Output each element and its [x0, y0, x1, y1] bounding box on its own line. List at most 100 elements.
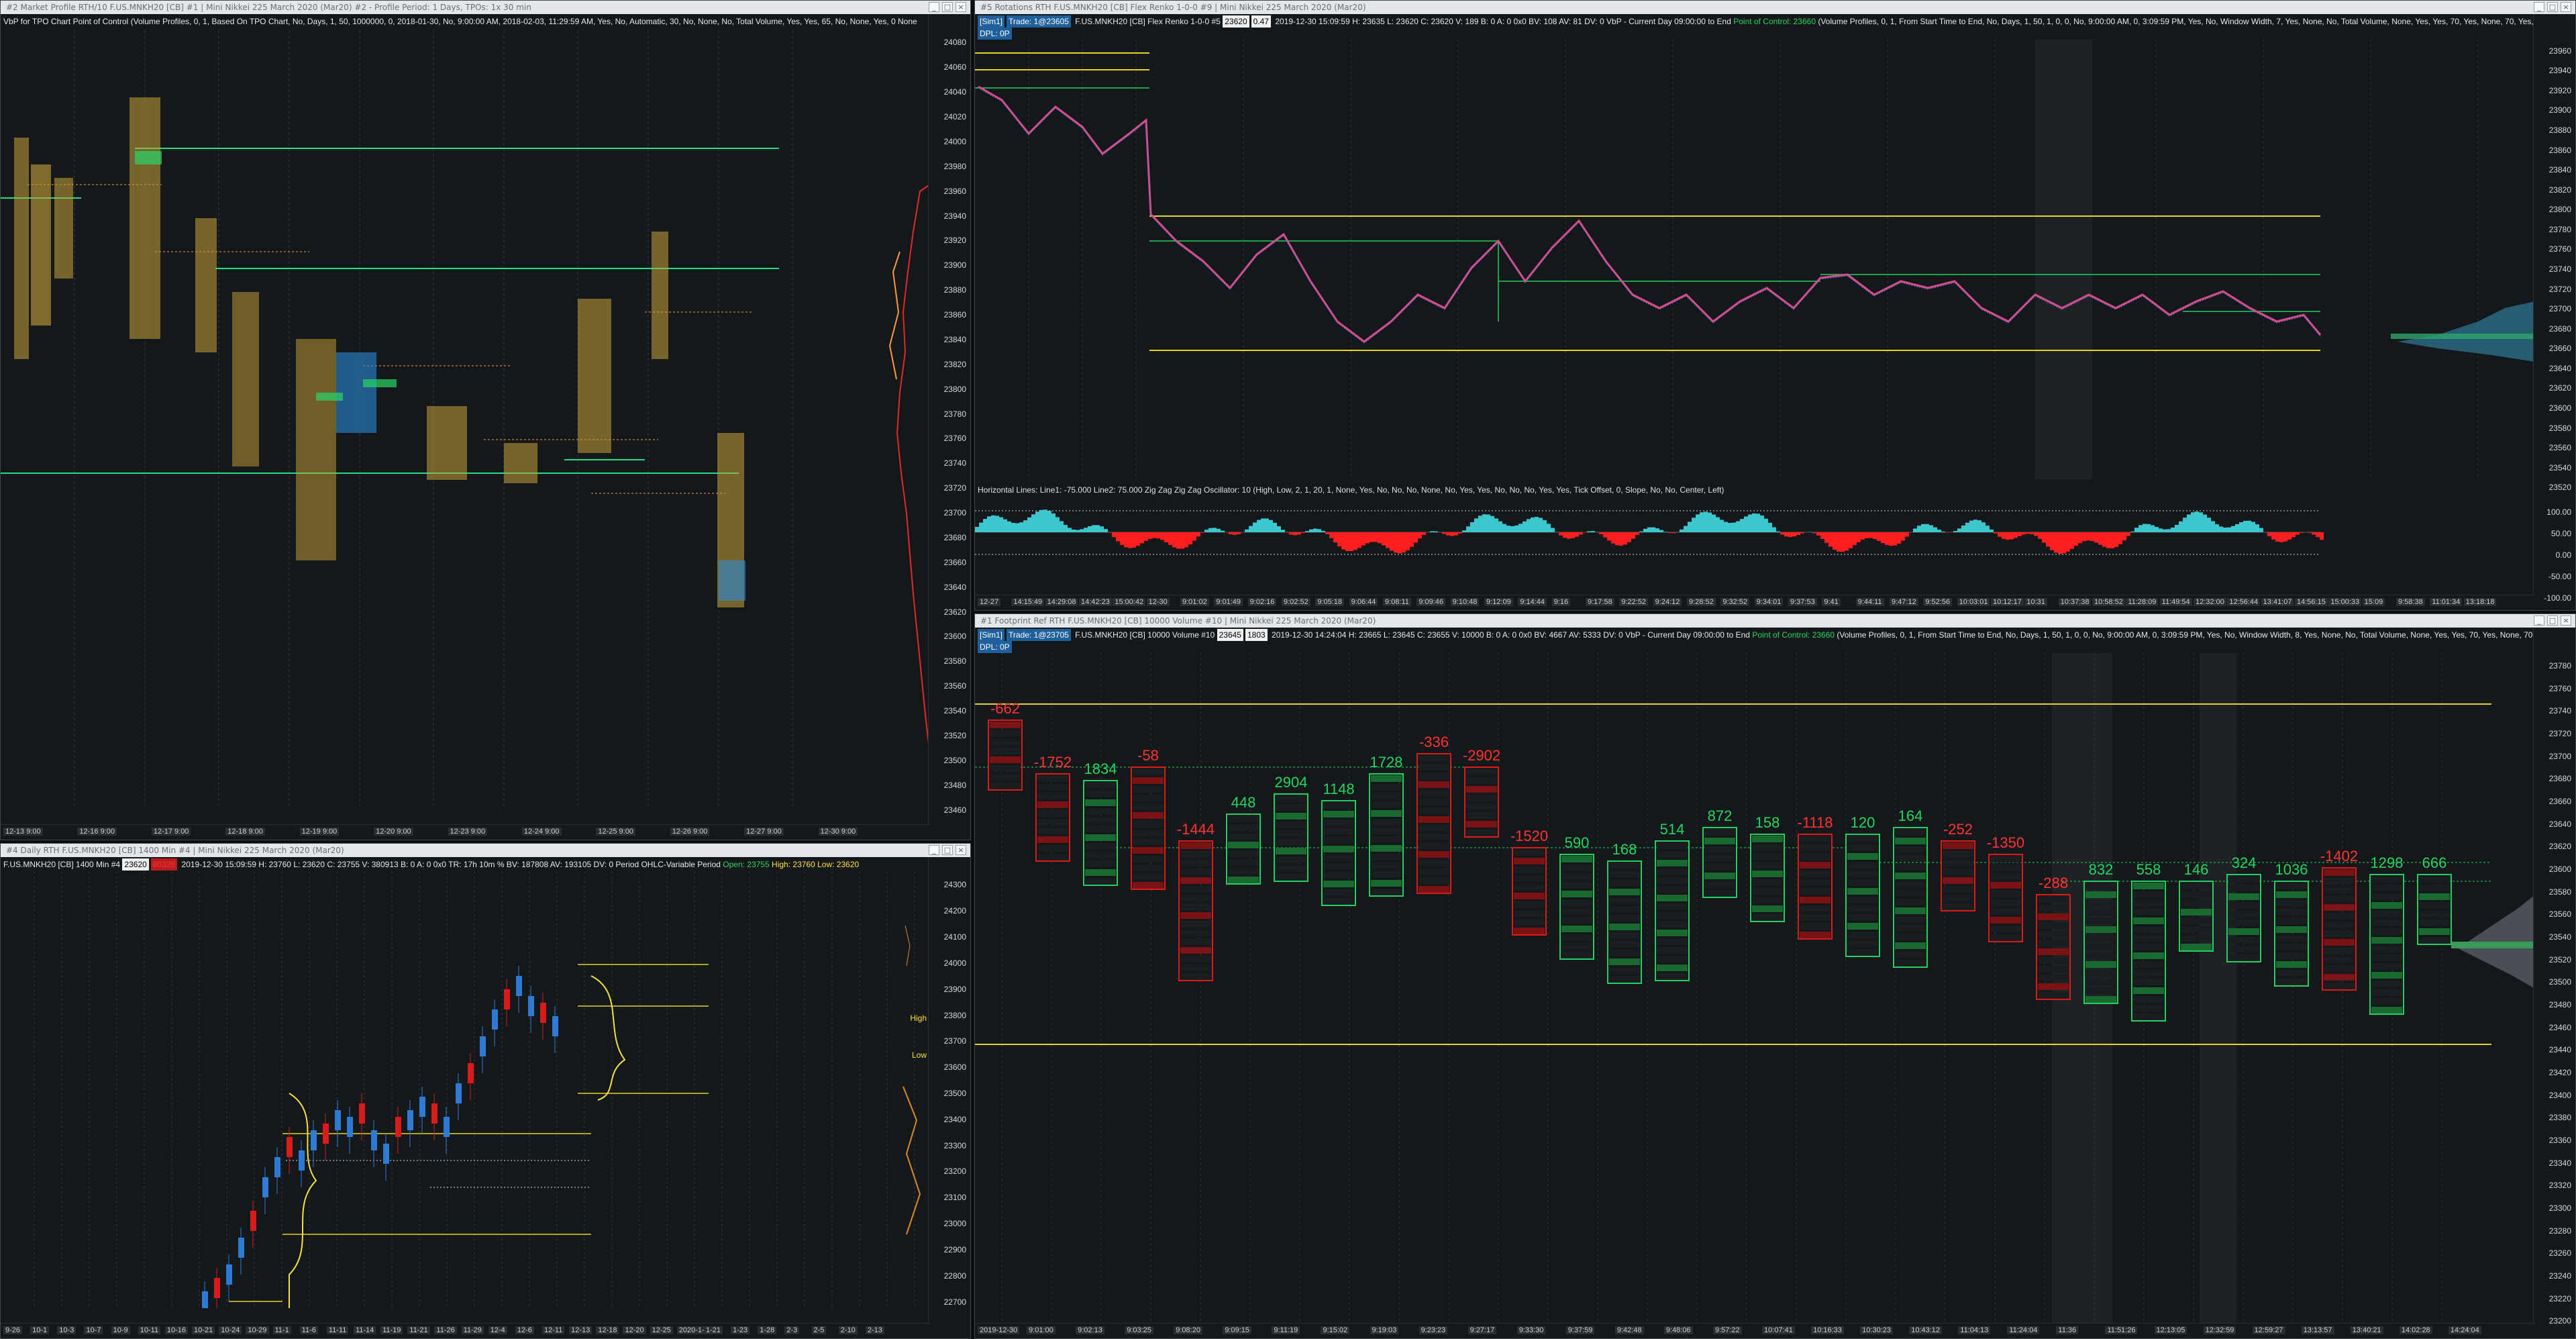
footprint-cell	[1800, 836, 1831, 842]
price-tick-label: 24040	[943, 87, 966, 97]
oscillator-bar	[2010, 532, 2014, 540]
low-marker: Low	[911, 1050, 927, 1060]
zigzag-oscillator-pane[interactable]	[975, 497, 2535, 591]
oscillator-bar	[1470, 522, 1474, 532]
footprint-cell	[2276, 970, 2307, 977]
quantity-field[interactable]: 23620	[122, 858, 149, 871]
footprint-cell	[2419, 928, 2450, 935]
time-tick-label: 1-23	[731, 1326, 750, 1334]
price-tick-label: 23840	[2548, 165, 2571, 175]
maximize-icon[interactable]: □	[2547, 615, 2558, 626]
daily-chart-window[interactable]: #4 Daily RTH F.US.MNKH20 [CB] 1400 Min #…	[0, 843, 971, 1339]
window-titlebar[interactable]: #5 Rotations RTH F.US.MNKH20 [CB] Flex R…	[975, 1, 2575, 14]
point-of-control: Point of Control: 23660	[1752, 630, 1835, 640]
window-titlebar[interactable]: #2 Market Profile RTH/10 F.US.MNKH20 [CB…	[1, 1, 970, 14]
oscillator-bar	[1494, 518, 1498, 532]
footprint-cell	[2324, 930, 2355, 937]
oscillator-bar	[1031, 514, 1035, 532]
footprint-cell	[2324, 948, 2355, 954]
oscillator-bar	[2191, 512, 2195, 532]
footprint-cell	[2181, 918, 2212, 924]
rotations-renko-window[interactable]: #5 Rotations RTH F.US.MNKH20 [CB] Flex R…	[974, 0, 2576, 611]
delta-label: 1036	[2275, 861, 2308, 878]
footprint-cell	[1180, 921, 1211, 928]
time-axis[interactable]: 9-26 10-1 10-3 10-7 10-9 10-11 10-16 10-21 10-24…	[1, 1323, 930, 1338]
footprint-plot-area[interactable]: -662 -1752 1834 -58 -1444 448 2904 1148 1728 -336…	[975, 653, 2535, 1324]
minimize-icon[interactable]: _	[929, 2, 939, 12]
footprint-cell	[2133, 900, 2164, 907]
daily-plot-area[interactable]	[1, 872, 930, 1308]
window-titlebar[interactable]: #1 Footprint Ref RTH F.US.MNKH20 [CB] 10…	[975, 614, 2575, 628]
oscillator-bar	[1619, 532, 1623, 546]
minimize-icon[interactable]: _	[929, 845, 939, 855]
candle-body	[359, 1103, 365, 1124]
close-icon[interactable]: ×	[2561, 615, 2571, 626]
price-tick-label: 23700	[2548, 304, 2571, 314]
close-icon[interactable]: ×	[2561, 2, 2571, 12]
close-icon[interactable]: ×	[956, 2, 966, 12]
price-tick-label: 23400	[943, 1114, 966, 1124]
oscillator-caption: Horizontal Lines: Line1: -75.000 Line2: …	[978, 485, 1724, 495]
oscillator-tick-label: 100.00	[2546, 507, 2571, 517]
window-titlebar[interactable]: #4 Daily RTH F.US.MNKH20 [CB] 1400 Min #…	[1, 844, 970, 857]
maximize-icon[interactable]: □	[2547, 2, 2558, 12]
oscillator-bar	[1720, 519, 1724, 532]
footprint-cell	[2371, 885, 2402, 891]
footprint-cell	[2228, 928, 2259, 935]
maximize-icon[interactable]: □	[942, 2, 953, 12]
oscillator-bar	[2139, 525, 2143, 532]
oscillator-bar	[1748, 514, 1752, 532]
sim-account[interactable]: [Sim1]	[978, 629, 1005, 641]
oscillator-bar	[1740, 519, 1744, 532]
close-icon[interactable]: ×	[956, 845, 966, 855]
footprint-cell	[1323, 802, 1354, 809]
footprint-cell	[1561, 917, 1592, 924]
price-axis[interactable]: 23780 23760 23740 23720 23700 23680 23660 23640…	[2533, 628, 2575, 1338]
minimize-icon[interactable]: _	[2534, 2, 2544, 12]
time-tick-label: 9:15:02	[1321, 1326, 1350, 1334]
oscillator-bar	[1551, 528, 1555, 532]
tpo-plot-area[interactable]	[1, 30, 930, 809]
oscillator-bar	[1692, 517, 1696, 532]
market-profile-window[interactable]: #2 Market Profile RTH/10 F.US.MNKH20 [CB…	[0, 0, 971, 840]
oscillator-bar	[1229, 532, 1233, 534]
price-tick-label: 24000	[943, 958, 966, 968]
oscillator-bar	[1019, 522, 1023, 532]
time-axis[interactable]: 2019-12-30 9:01:00 9:02:13 9:03:25 9:08:20 9:…	[975, 1323, 2535, 1338]
oscillator-bar	[1221, 530, 1225, 532]
time-axis[interactable]: 12-27 14:15:49 14:29:08 14:42:23 15:00:42 12-…	[975, 595, 2535, 610]
oscillator-bar	[1881, 532, 1885, 544]
oscillator-bar	[1015, 523, 1019, 532]
quantity-field[interactable]: 23645	[1217, 629, 1243, 641]
renko-plot-area[interactable]	[975, 40, 2535, 479]
oscillator-bar	[1317, 529, 1321, 532]
oscillator-bar	[975, 527, 979, 532]
maximize-icon[interactable]: □	[942, 845, 953, 855]
time-axis[interactable]: 12-13 9:00 12-16 9:00 12-17 9:00 12-18 9:00…	[1, 824, 930, 840]
footprint-window[interactable]: #1 Footprint Ref RTH F.US.MNKH20 [CB] 10…	[974, 613, 2576, 1339]
sim-account[interactable]: [Sim1]	[978, 15, 1005, 28]
price-axis[interactable]: 23960 23940 23920 23900 23880 23860 23840 23820…	[2533, 14, 2575, 610]
footprint-cell	[2133, 909, 2164, 915]
oscillator-bar	[2231, 526, 2235, 532]
price-axis[interactable]: 24300 24200 24100 24000 23900 23800 23700 23600…	[928, 857, 970, 1338]
oscillator-bar	[1245, 529, 1249, 532]
price-axis[interactable]: 24080 24060 24040 24020 24000 23980 23960 23940…	[928, 14, 970, 840]
oscillator-bar	[1957, 528, 1961, 532]
footprint-cell	[1990, 864, 2021, 871]
footprint-cell	[2133, 979, 2164, 985]
footprint-cell	[1371, 845, 1402, 852]
oscillator-tick-label: 50.00	[2551, 529, 2571, 538]
footprint-cell	[2228, 937, 2259, 944]
oscillator-bar	[1680, 529, 1684, 532]
minimize-icon[interactable]: _	[2534, 615, 2544, 626]
oscillator-bar	[1027, 517, 1031, 532]
time-tick-label: 12-18	[596, 1326, 619, 1334]
footprint-cell	[1371, 889, 1402, 895]
footprint-cell	[1419, 816, 1449, 823]
quantity-field[interactable]: 23620	[1223, 15, 1249, 28]
price-tick-label: 23860	[2548, 145, 2571, 155]
oscillator-bar	[1579, 532, 1583, 535]
footprint-cell	[1895, 934, 1926, 940]
oscillator-bar	[1603, 532, 1607, 538]
